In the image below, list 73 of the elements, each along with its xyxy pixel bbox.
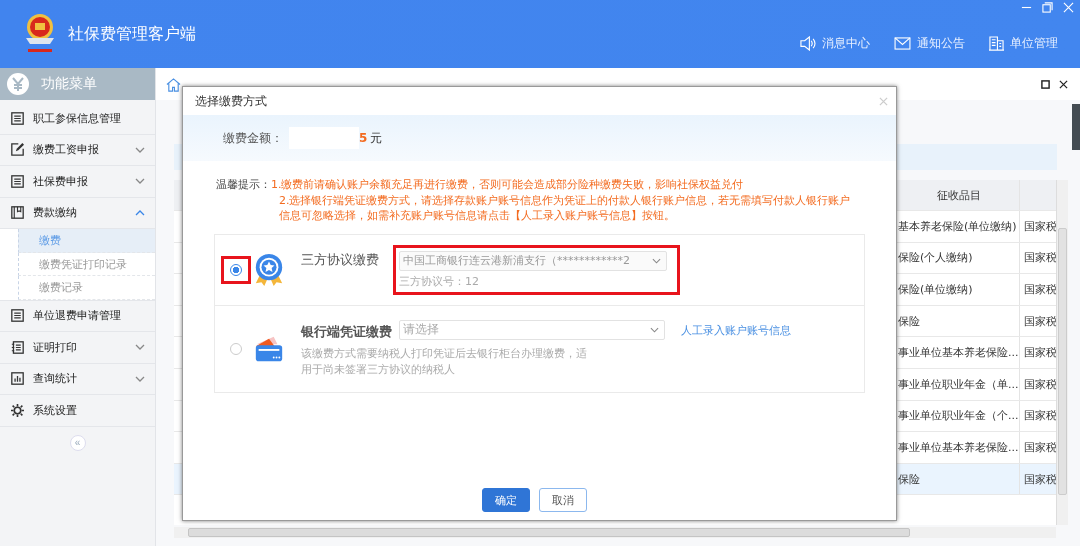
- table-cell-text: 国家税: [1023, 376, 1056, 393]
- maximize-icon[interactable]: [1041, 79, 1050, 89]
- vertical-scrollbar[interactable]: [1056, 180, 1068, 525]
- option-title: 三方协议缴费: [301, 250, 380, 269]
- amount-value: 5: [359, 131, 368, 145]
- yuan-icon: [7, 73, 29, 95]
- menu-item[interactable]: 系统设置: [0, 395, 155, 427]
- side-widget: [1072, 104, 1080, 150]
- table-cell-text: 国家税: [1023, 439, 1056, 456]
- amount-label: 缴费金额：: [223, 129, 283, 147]
- close-icon[interactable]: [1059, 79, 1068, 89]
- menu-item[interactable]: 职工参保信息管理: [0, 103, 155, 135]
- confirm-button[interactable]: 确定: [482, 488, 530, 512]
- edit-icon: [11, 143, 24, 157]
- column-header: 征收品目: [898, 180, 1020, 210]
- menu-item[interactable]: 缴费工资申报: [0, 134, 155, 166]
- table-cell-text: 国家税: [1023, 313, 1056, 330]
- table-cell: 基本养老保险(单位缴纳): [898, 211, 1020, 242]
- document-icon: [11, 340, 24, 354]
- table-cell: 保险(单位缴纳): [898, 274, 1020, 305]
- caret-down-icon: [650, 326, 659, 333]
- radio-button[interactable]: [230, 263, 242, 276]
- menu-title: 功能菜单: [41, 75, 97, 93]
- bank-select[interactable]: 中国工商银行连云港新浦支行（************2: [399, 250, 667, 271]
- table-cell-text: 国家税: [1023, 408, 1056, 425]
- table-cell: 保险(个人缴纳): [898, 242, 1020, 274]
- horizontal-scrollbar[interactable]: [174, 527, 1056, 538]
- submenu-item[interactable]: 缴费: [18, 229, 155, 253]
- submenu-item[interactable]: 缴费凭证打印记录: [18, 252, 155, 276]
- speaker-icon: [799, 35, 816, 51]
- nav-link[interactable]: 消息中心: [799, 34, 870, 52]
- table-cell: 事业单位基本养老保险...: [898, 432, 1020, 463]
- table-cell: 保险: [898, 463, 1020, 495]
- account-select[interactable]: 请选择: [399, 319, 665, 340]
- nav-link[interactable]: 单位管理: [989, 34, 1058, 52]
- table-cell: 事业单位职业年金（单...: [898, 368, 1020, 400]
- home-icon[interactable]: [166, 76, 181, 92]
- restore-icon[interactable]: [1042, 2, 1053, 13]
- cancel-button[interactable]: 取消: [539, 488, 587, 512]
- table-cell: 事业单位基本养老保险...: [898, 337, 1020, 368]
- menu-item[interactable]: 社保费申报: [0, 166, 155, 198]
- tip-label: 温馨提示：: [216, 177, 271, 193]
- table-cell: 事业单位职业年金（个...: [898, 400, 1020, 432]
- list-icon: [11, 111, 24, 125]
- submenu-item[interactable]: 缴费记录: [18, 276, 155, 300]
- table-cell: 保险: [898, 305, 1020, 337]
- list-icon: [11, 174, 24, 188]
- envelope-icon: [894, 36, 911, 50]
- building-icon: [989, 35, 1004, 51]
- tip-text: 1.缴费前请确认账户余额充足再进行缴费，否则可能会造成部分险种缴费失败，影响社保权益兑付: [271, 177, 745, 193]
- radio-button[interactable]: [230, 342, 242, 355]
- list-icon: [11, 309, 24, 323]
- book-icon: [11, 206, 24, 220]
- table-cell-text: 国家税: [1023, 345, 1056, 362]
- table-cell-text: 国家税: [1023, 218, 1056, 235]
- nav-link[interactable]: 通知公告: [894, 34, 965, 52]
- settings-icon: [11, 403, 24, 417]
- manual-entry-link[interactable]: 人工录入账户账号信息: [681, 322, 791, 338]
- badge-icon: [253, 252, 285, 287]
- currency-label: 元: [370, 129, 383, 147]
- dialog-title: 选择缴费方式: [195, 92, 267, 110]
- menu-item[interactable]: 查询统计: [0, 363, 155, 395]
- table-cell-text: 国家税: [1023, 250, 1056, 267]
- table-cell-text: 国家税: [1023, 471, 1056, 488]
- table-cell-text: 国家税: [1023, 282, 1056, 298]
- collapse-button[interactable]: «: [69, 434, 86, 451]
- tip-text: 2.选择银行端凭证缴费方式，请选择存款账户账号信息作为凭证上的付款人银行账户信息，若无需填写付款人银行账户信息可忽略选择，如需补充账户账号信息请点击【人工录入账户账号信息】按钮。: [278, 192, 852, 224]
- caret-down-icon: [652, 257, 661, 264]
- app-title: 社保费管理客户端: [68, 23, 196, 45]
- menu-item[interactable]: 单位退费申请管理: [0, 300, 155, 332]
- option-title: 银行端凭证缴费: [301, 322, 393, 341]
- chart-icon: [11, 372, 24, 386]
- menu-item[interactable]: 证明打印: [0, 332, 155, 364]
